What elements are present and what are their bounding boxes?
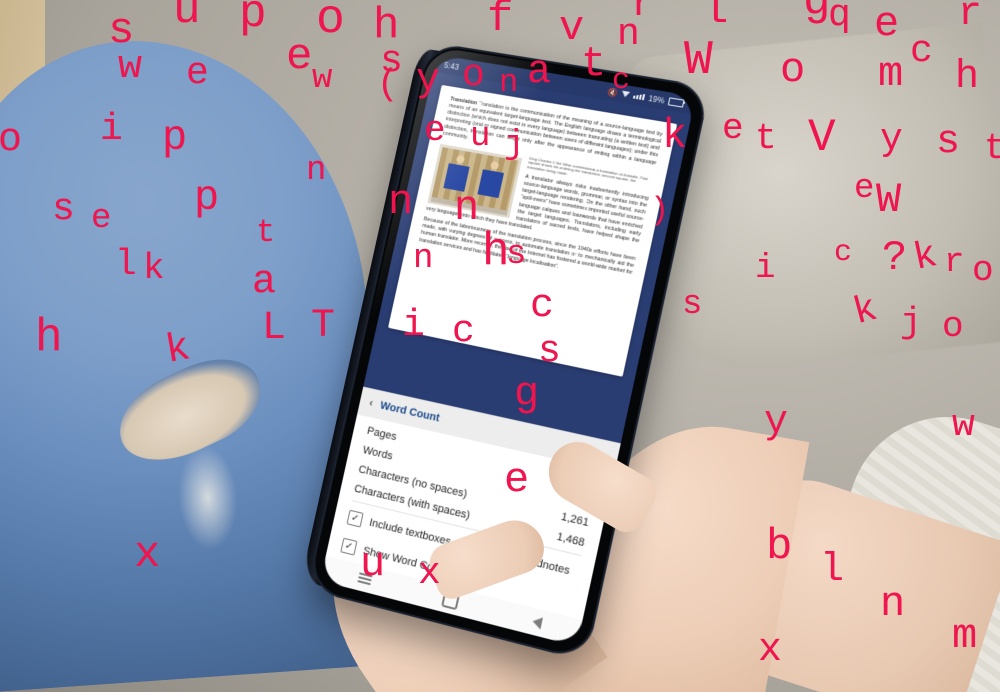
background-photo: 5:43 🔇 19% Translation Translation is th… [0, 0, 1000, 692]
stat-label: Pages [366, 425, 398, 443]
stat-value: 1,261 [560, 511, 590, 529]
battery-icon [668, 97, 685, 107]
document-page[interactable]: Translation Translation is the communica… [388, 85, 677, 377]
checkbox-icon[interactable]: ✓ [340, 538, 357, 556]
wifi-icon [621, 91, 630, 98]
chevron-left-icon[interactable]: ‹ [368, 397, 374, 409]
stat-value: 1,468 [556, 531, 586, 550]
signal-icon [633, 93, 645, 101]
checkbox-icon[interactable]: ✓ [346, 510, 363, 528]
recents-icon[interactable] [358, 576, 372, 581]
status-time: 5:43 [443, 60, 459, 71]
stat-label: Words [362, 444, 394, 462]
volume-icon: 🔇 [607, 87, 619, 97]
battery-text: 19% [648, 94, 666, 105]
back-icon[interactable] [532, 615, 544, 629]
